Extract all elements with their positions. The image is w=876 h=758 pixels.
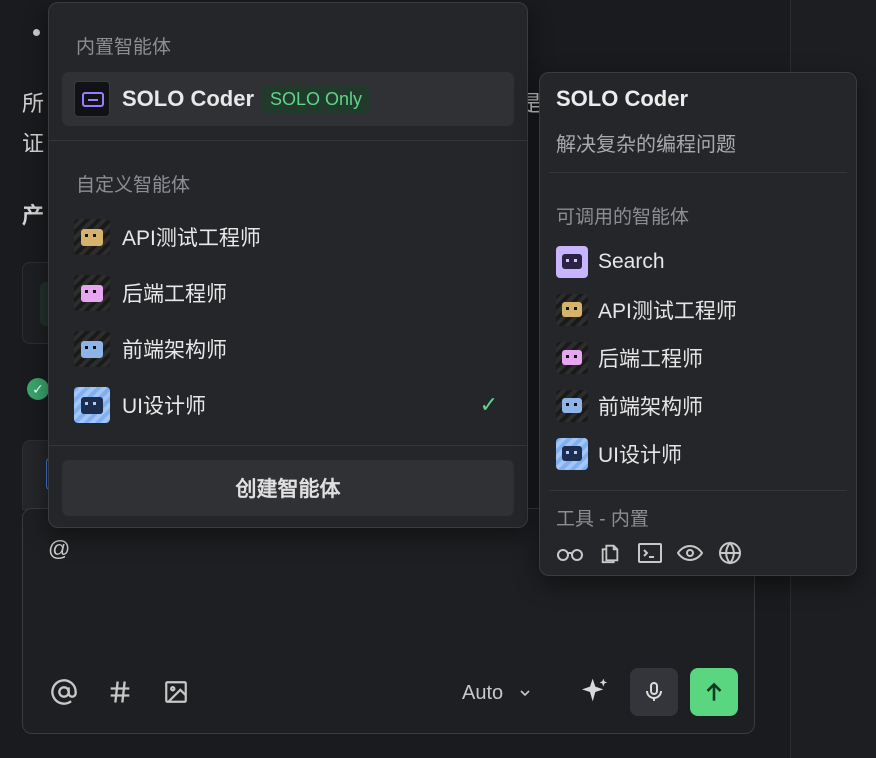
sparkle-icon[interactable] xyxy=(576,674,612,710)
callable-agent-label: 前端架构师 xyxy=(598,396,703,419)
agent-item-solo-coder[interactable]: SOLO Coder SOLO Only xyxy=(62,72,514,126)
bg-text-line1: 所 xyxy=(22,91,45,116)
panel-divider xyxy=(549,172,847,173)
agent-item-label: UI设计师 xyxy=(122,395,206,418)
callable-agent-backend: 后端工程师 xyxy=(556,340,703,376)
glasses-icon xyxy=(556,540,584,566)
solo-coder-avatar xyxy=(74,81,110,117)
agent-item-ui-designer[interactable]: UI设计师 ✓ xyxy=(62,378,514,432)
mic-icon xyxy=(646,682,662,701)
panel-title: SOLO Coder xyxy=(556,86,689,111)
callable-agent-api-tester: API测试工程师 xyxy=(556,292,737,328)
agent-item-label: SOLO Coder xyxy=(122,86,255,111)
list-bullet xyxy=(33,29,40,36)
agent-item-backend[interactable]: 后端工程师 xyxy=(62,266,514,320)
send-arrow-icon xyxy=(706,682,722,701)
callable-agent-label: Search xyxy=(598,250,665,273)
callable-agent-frontend: 前端架构师 xyxy=(556,388,703,424)
globe-icon xyxy=(716,540,744,566)
panel-description: 解决复杂的编程问题 xyxy=(556,134,736,156)
backend-avatar xyxy=(556,342,588,374)
send-button[interactable] xyxy=(690,668,738,716)
bg-text-line2: 证 xyxy=(22,131,45,156)
search-agent-avatar xyxy=(556,246,588,278)
selected-check-icon: ✓ xyxy=(479,392,498,417)
ui-designer-avatar xyxy=(556,438,588,470)
solo-only-badge: SOLO Only xyxy=(262,85,371,113)
frontend-avatar xyxy=(556,390,588,422)
dropdown-divider xyxy=(49,445,527,446)
agent-item-label: 前端架构师 xyxy=(122,339,227,362)
callable-agent-label: API测试工程师 xyxy=(598,300,737,323)
model-select[interactable]: Auto xyxy=(462,678,533,708)
backend-avatar xyxy=(74,275,110,311)
callable-agent-search: Search xyxy=(556,244,665,280)
builtin-tools-row xyxy=(556,540,744,566)
composer-input-text[interactable]: @ xyxy=(48,536,70,562)
image-icon[interactable] xyxy=(160,676,192,708)
success-check-icon: ✓ xyxy=(27,378,49,400)
custom-agents-section-title: 自定义智能体 xyxy=(76,175,191,196)
bg-heading: 产 xyxy=(22,203,45,228)
terminal-icon xyxy=(636,540,664,566)
tools-section-title: 工具 - 内置 xyxy=(556,509,649,530)
mic-button[interactable] xyxy=(630,668,678,716)
chevron-down-icon xyxy=(520,690,530,697)
create-agent-button[interactable]: 创建智能体 xyxy=(62,460,514,516)
agent-item-frontend[interactable]: 前端架构师 xyxy=(62,322,514,376)
callable-agent-label: 后端工程师 xyxy=(598,348,703,371)
callable-agent-ui-designer: UI设计师 xyxy=(556,436,682,472)
agent-item-label: API测试工程师 xyxy=(122,227,261,250)
copy-icon xyxy=(596,540,624,566)
api-tester-avatar xyxy=(556,294,588,326)
builtin-agents-section-title: 内置智能体 xyxy=(76,37,172,58)
callable-agents-section-title: 可调用的智能体 xyxy=(556,207,690,228)
frontend-avatar xyxy=(74,331,110,367)
api-tester-avatar xyxy=(74,219,110,255)
dropdown-divider xyxy=(49,140,527,141)
model-select-value: Auto xyxy=(462,681,504,704)
agent-item-api-tester[interactable]: API测试工程师 xyxy=(62,210,514,264)
eye-icon xyxy=(676,540,704,566)
agent-item-label: 后端工程师 xyxy=(122,283,227,306)
panel-divider xyxy=(549,490,847,491)
at-icon[interactable] xyxy=(48,676,80,708)
ui-designer-avatar xyxy=(74,387,110,423)
callable-agent-label: UI设计师 xyxy=(598,444,682,467)
hash-icon[interactable] xyxy=(104,676,136,708)
